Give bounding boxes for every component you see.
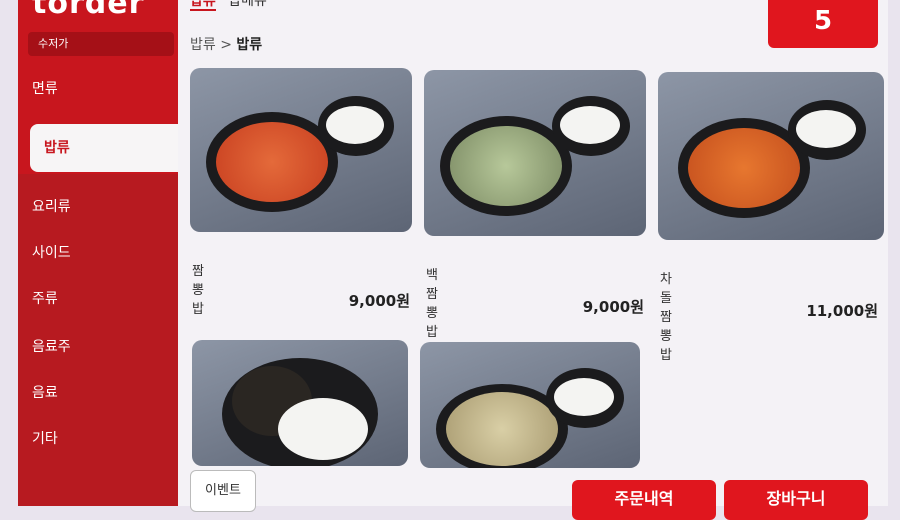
menu-main: 밥류 밥메뉴 5 밥류 > 밥류 짬뽕 밥 9,000원 백짬뽕 밥 9,000… bbox=[178, 0, 888, 520]
sidebar-item-alcohol[interactable]: 주류 bbox=[18, 286, 178, 312]
cart-button[interactable]: 장바구니 bbox=[724, 480, 868, 520]
tab-rice-menu[interactable]: 밥메뉴 bbox=[228, 0, 267, 9]
sidebar-item-rice[interactable]: 밥류 bbox=[30, 124, 180, 172]
menu-photo bbox=[658, 72, 884, 240]
sidebar-item-drinks[interactable]: 음료 bbox=[18, 380, 178, 406]
menu-photo bbox=[420, 342, 640, 468]
breadcrumb-parent: 밥류 bbox=[190, 37, 216, 53]
brand-logo: torder bbox=[32, 0, 145, 21]
menu-price: 11,000원 bbox=[806, 302, 878, 320]
tab-rice[interactable]: 밥류 bbox=[190, 0, 216, 11]
menu-price: 9,000원 bbox=[582, 298, 644, 316]
sidebar-item-drinks-alcohol[interactable]: 음료주 bbox=[18, 334, 178, 360]
order-history-button[interactable]: 주문내역 bbox=[572, 480, 716, 520]
menu-price: 9,000원 bbox=[348, 292, 410, 310]
menu-photo bbox=[190, 68, 412, 232]
category-sidebar: torder 수저가 면류 요리류 사이드 주류 음료주 음료 기타 밥류 bbox=[18, 0, 180, 506]
sidebar-lower-panel: 요리류 사이드 주류 음료주 음료 기타 bbox=[18, 174, 178, 506]
sub-tabs: 밥류 밥메뉴 bbox=[190, 0, 275, 11]
breadcrumb: 밥류 > 밥류 bbox=[190, 34, 262, 54]
breadcrumb-separator: > bbox=[220, 37, 232, 53]
menu-photo bbox=[192, 340, 408, 466]
sidebar-item-noodles[interactable]: 면류 bbox=[18, 76, 178, 102]
cart-count-badge[interactable]: 5 bbox=[768, 0, 878, 48]
menu-photo bbox=[424, 70, 646, 236]
breadcrumb-current: 밥류 bbox=[236, 37, 263, 53]
sidebar-item-dishes[interactable]: 요리류 bbox=[18, 194, 178, 220]
sidebar-item-etc[interactable]: 기타 bbox=[18, 426, 178, 452]
sidebar-item-side[interactable]: 사이드 bbox=[18, 240, 178, 266]
utensil-button[interactable]: 수저가 bbox=[28, 32, 174, 56]
